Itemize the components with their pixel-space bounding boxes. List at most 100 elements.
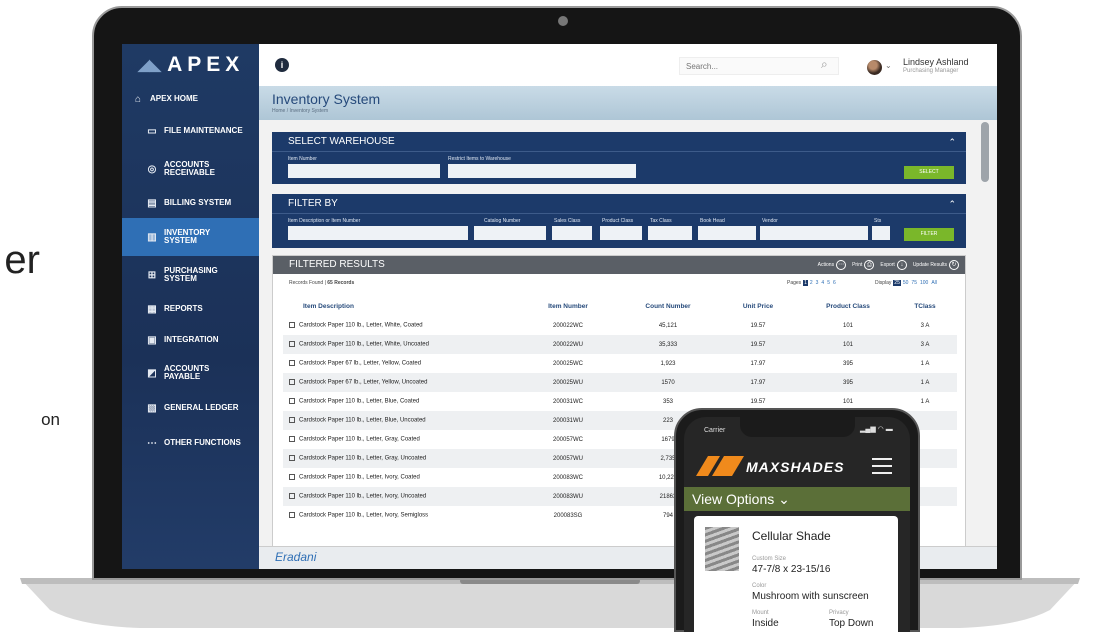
row-checkbox[interactable] <box>289 512 295 519</box>
sidebar-item-general-ledger[interactable]: ▧ GENERAL LEDGER <box>122 390 259 426</box>
table-cell: 200057WU <box>552 455 584 462</box>
size-label: Custom Size <box>752 556 787 562</box>
pagination: Pages 123456 <box>787 280 837 286</box>
sidebar-item-label: ACCOUNTS RECEIVABLE <box>164 159 215 177</box>
row-checkbox[interactable] <box>289 474 295 481</box>
catalog-field[interactable] <box>474 226 546 240</box>
info-icon[interactable]: i <box>275 58 289 72</box>
mount-label: Mount <box>752 610 769 616</box>
row-checkbox[interactable] <box>289 398 295 405</box>
scrollbar[interactable] <box>981 122 989 182</box>
table-cell: 200083WC <box>552 474 584 481</box>
sidebar-item-label: OTHER FUNCTIONS <box>164 437 241 447</box>
menu-icon[interactable] <box>872 458 892 474</box>
row-checkbox[interactable] <box>289 493 295 500</box>
background-text-large: er <box>4 238 40 282</box>
page-link[interactable]: 6 <box>831 280 837 286</box>
column-header[interactable]: Product Class <box>803 296 893 316</box>
select-warehouse-panel: SELECT WAREHOUSE ⌃ Item Number Restrict I… <box>272 132 966 184</box>
table-cell: 200031WC <box>552 398 584 405</box>
tax-label: Tax Class <box>650 218 672 224</box>
select-button[interactable]: SELECT <box>904 166 954 179</box>
row-checkbox[interactable] <box>289 360 295 367</box>
sidebar-item-label: APEX HOME <box>150 93 199 103</box>
row-checkbox[interactable] <box>289 322 295 329</box>
display-option[interactable]: All <box>930 280 939 286</box>
display-option[interactable]: 50 <box>901 280 910 286</box>
user-name[interactable]: Lindsey Ashland <box>903 57 969 67</box>
row-checkbox[interactable] <box>289 455 295 462</box>
apex-logo[interactable]: ◢◣ APEX <box>122 44 259 86</box>
row-checkbox[interactable] <box>289 417 295 424</box>
export-button[interactable]: Export ↓ <box>880 256 907 274</box>
table-cell: 1 A <box>920 379 930 386</box>
restrict-label: Restrict Items to Warehouse <box>448 156 511 162</box>
sidebar-item-accounts-payable[interactable]: ◩ ACCOUNTS PAYABLE <box>122 356 259 390</box>
home-icon: ⌂ <box>134 93 142 105</box>
mount-value: Inside <box>752 618 779 629</box>
book-field[interactable] <box>698 226 756 240</box>
table-row[interactable]: Cardstock Paper 67 lb., Letter, Yellow, … <box>283 373 957 392</box>
collapse-icon[interactable]: ⌃ <box>948 194 956 214</box>
actions-button[interactable]: Actions ⋯ <box>818 256 847 274</box>
breadcrumb[interactable]: Home / Inventory System <box>272 108 328 114</box>
column-header[interactable]: Unit Price <box>713 296 803 316</box>
product-title: Cellular Shade <box>752 529 831 543</box>
sidebar-item-file-maintenance[interactable]: ▭ FILE MAINTENANCE <box>122 112 259 150</box>
desc-field[interactable] <box>288 226 468 240</box>
search-input[interactable] <box>679 57 839 75</box>
item-number-field[interactable] <box>288 164 440 178</box>
sidebar-item-integration[interactable]: ▣ INTEGRATION <box>122 324 259 356</box>
column-header[interactable]: TClass <box>893 296 957 316</box>
view-options-button[interactable]: View Options ⌄ <box>684 487 910 511</box>
folder-icon: ▭ <box>147 125 157 137</box>
table-cell: 200083SG <box>553 512 583 519</box>
print-button[interactable]: Print ⎙ <box>852 256 875 274</box>
tax-field[interactable] <box>648 226 692 240</box>
sidebar-item-other-functions[interactable]: ⋯ OTHER FUNCTIONS <box>122 426 259 460</box>
sts-field[interactable] <box>872 226 890 240</box>
sidebar-item-inventory-system[interactable]: ▥ INVENTORY SYSTEM <box>122 218 259 256</box>
sidebar-item-purchasing-system[interactable]: ⊞ PURCHASING SYSTEM <box>122 256 259 294</box>
item-number-label: Item Number <box>288 156 317 162</box>
sidebar-item-reports[interactable]: ▦ REPORTS <box>122 294 259 324</box>
collapse-icon[interactable]: ⌃ <box>948 132 956 152</box>
display-option[interactable]: 100 <box>918 280 929 286</box>
sidebar: ◢◣ APEX ⌂ APEX HOME ▭ FILE MAINTENANCE ◎ ACCOU… <box>122 44 259 569</box>
column-header[interactable]: Item Description <box>283 296 513 316</box>
chevron-down-icon[interactable]: ⌄ <box>885 61 892 70</box>
table-cell: 3 A <box>920 341 930 348</box>
warehouse-field[interactable] <box>448 164 636 178</box>
table-row[interactable]: Cardstock Paper 110 lb., Letter, White, … <box>283 335 957 354</box>
row-checkbox[interactable] <box>289 436 295 443</box>
product-field[interactable] <box>600 226 642 240</box>
row-checkbox[interactable] <box>289 341 295 348</box>
product-label: Product Class <box>602 218 634 224</box>
sidebar-item-accounts-receivable[interactable]: ◎ ACCOUNTS RECEIVABLE <box>122 150 259 188</box>
table-cell: 200022WC <box>552 322 584 329</box>
display-option[interactable]: 75 <box>910 280 919 286</box>
column-header[interactable]: Item Number <box>513 296 623 316</box>
table-cell: 200025WU <box>552 379 584 386</box>
sidebar-item-apex-home[interactable]: ⌂ APEX HOME <box>122 86 259 112</box>
table-row[interactable]: Cardstock Paper 67 lb., Letter, Yellow, … <box>283 354 957 373</box>
sidebar-item-billing-system[interactable]: ▤ BILLING SYSTEM <box>122 188 259 218</box>
vendor-field[interactable] <box>760 226 868 240</box>
sales-field[interactable] <box>552 226 592 240</box>
update-results-button[interactable]: Update Results ↻ <box>913 256 959 274</box>
search-icon[interactable]: ⌕ <box>821 57 828 72</box>
sts-label: Sts <box>874 218 882 224</box>
table-row[interactable]: Cardstock Paper 110 lb., Letter, White, … <box>283 316 957 335</box>
sidebar-item-label: INTEGRATION <box>164 334 219 344</box>
table-cell: Cardstock Paper 67 lb., Letter, Yellow, … <box>299 379 428 386</box>
column-header[interactable]: Count Number <box>623 296 713 316</box>
filter-button[interactable]: FILTER <box>904 228 954 241</box>
cart-icon: ⊞ <box>147 269 157 281</box>
table-cell: 200057WC <box>552 436 584 443</box>
background-text-small: on <box>41 410 60 429</box>
table-cell: 395 <box>842 379 853 386</box>
integration-icon: ▣ <box>147 334 157 346</box>
avatar[interactable] <box>867 60 882 75</box>
row-checkbox[interactable] <box>289 379 295 386</box>
display-option[interactable]: 25 <box>892 280 902 286</box>
